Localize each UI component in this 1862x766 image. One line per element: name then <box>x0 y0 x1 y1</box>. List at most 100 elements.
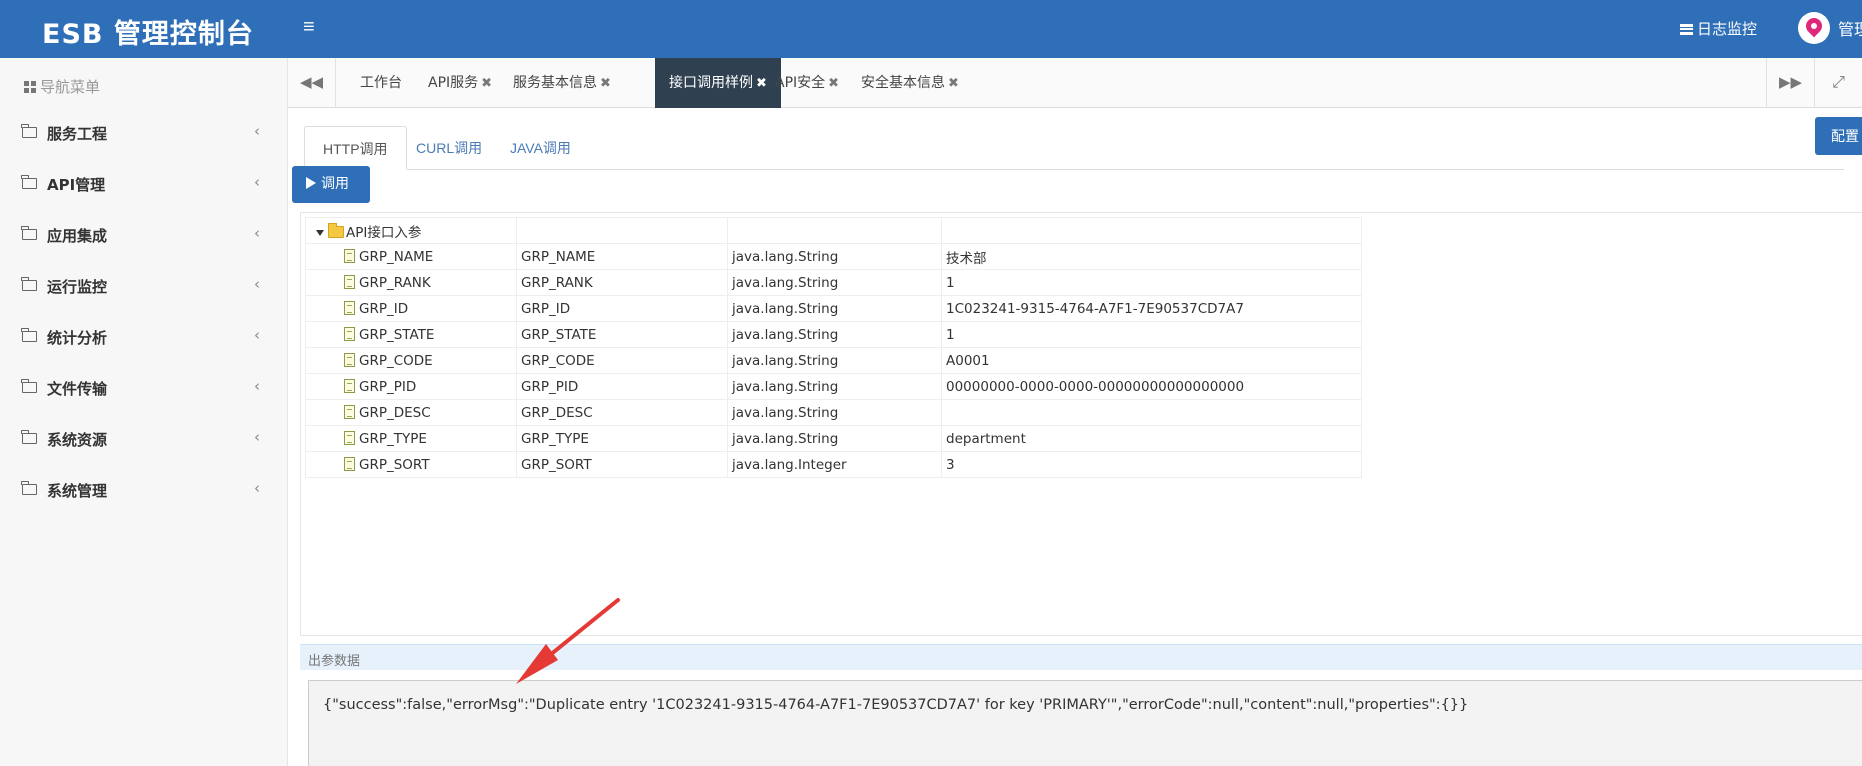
sidebar-item-label: 运行监控 <box>47 278 108 296</box>
table-row[interactable]: GRP_SORT GRP_SORT java.lang.Integer 3 <box>305 451 1362 478</box>
log-monitor-link[interactable]: 日志监控 <box>1680 18 1757 39</box>
param-name: GRP_DESC <box>359 404 431 421</box>
main-content: HTTP调用 CURL调用 JAVA调用 配置 调用 API接口入参 GRP_N… <box>288 108 1862 766</box>
config-button[interactable]: 配置 <box>1815 117 1862 155</box>
tab-label: 工作台 <box>360 75 402 91</box>
tab-label: 安全基本信息 <box>861 75 945 91</box>
fullscreen-icon[interactable]: ⤢ <box>1814 58 1862 108</box>
file-icon <box>344 352 355 367</box>
close-icon[interactable]: ✖ <box>600 76 611 91</box>
close-icon[interactable]: ✖ <box>948 76 959 91</box>
sidebar-item-label: 应用集成 <box>47 227 108 245</box>
sidebar-item[interactable]: 文件传输 ‹ <box>0 363 288 413</box>
tab[interactable]: 服务基本信息 ✖ <box>499 58 625 108</box>
avatar[interactable] <box>1798 12 1830 44</box>
tab[interactable]: API安全 ✖ <box>761 58 853 108</box>
sidebar-item[interactable]: 运行监控 ‹ <box>0 261 288 311</box>
table-row[interactable]: GRP_STATE GRP_STATE java.lang.String 1 <box>305 321 1362 348</box>
tab-label: 服务基本信息 <box>513 75 597 91</box>
params-root-row[interactable]: API接口入参 <box>305 217 1362 244</box>
invoke-button[interactable]: 调用 <box>292 166 370 203</box>
output-textarea[interactable]: {"success":false,"errorMsg":"Duplicate e… <box>308 680 1862 766</box>
tab-label: API安全 <box>775 75 826 91</box>
param-type: java.lang.String <box>727 321 942 348</box>
param-value[interactable]: 3 <box>941 451 1362 478</box>
folder-icon <box>21 481 37 495</box>
folder-icon <box>21 124 37 138</box>
tab-scroll-right-icon[interactable]: ▶▶ <box>1766 58 1814 108</box>
tab-http-call[interactable]: HTTP调用 <box>304 126 407 170</box>
params-root-label: API接口入参 <box>346 224 422 241</box>
sidebar-item[interactable]: 系统管理 ‹ <box>0 465 288 515</box>
sidebar-item[interactable]: API管理 ‹ <box>0 159 288 209</box>
param-value[interactable]: 技术部 <box>941 243 1362 270</box>
chevron-left-icon: ‹ <box>254 428 260 446</box>
param-value[interactable]: department <box>941 425 1362 452</box>
expand-triangle-icon[interactable] <box>316 229 324 236</box>
grid-icon <box>24 81 36 93</box>
output-header: 出参数据 <box>300 644 1862 670</box>
sidebar-item-label: API管理 <box>47 176 106 194</box>
param-code: GRP_PID <box>516 373 728 400</box>
admin-label[interactable]: 管理 <box>1838 16 1862 40</box>
tab[interactable]: API服务 ✖ <box>414 58 506 108</box>
param-code: GRP_DESC <box>516 399 728 426</box>
table-row[interactable]: GRP_NAME GRP_NAME java.lang.String 技术部 <box>305 243 1362 270</box>
sidebar-item[interactable]: 统计分析 ‹ <box>0 312 288 362</box>
tab-scroll-left-icon[interactable]: ◀◀ <box>288 58 336 108</box>
table-row[interactable]: GRP_TYPE GRP_TYPE java.lang.String departme… <box>305 425 1362 452</box>
param-value[interactable]: A0001 <box>941 347 1362 374</box>
param-name: GRP_RANK <box>359 274 431 291</box>
param-type: java.lang.String <box>727 269 942 296</box>
param-value[interactable]: 1C023241-9315-4764-A7F1-7E90537CD7A7 <box>941 295 1362 322</box>
file-icon <box>344 430 355 445</box>
tab[interactable]: 安全基本信息 ✖ <box>847 58 973 108</box>
sidebar-item[interactable]: 系统资源 ‹ <box>0 414 288 464</box>
close-icon[interactable]: ✖ <box>481 76 492 91</box>
param-code: GRP_CODE <box>516 347 728 374</box>
close-icon[interactable]: ✖ <box>828 76 839 91</box>
params-table: API接口入参 GRP_NAME GRP_NAME java.lang.String… <box>305 217 1362 478</box>
file-icon <box>344 378 355 393</box>
table-row[interactable]: GRP_DESC GRP_DESC java.lang.String <box>305 399 1362 426</box>
nav-title-label: 导航菜单 <box>40 78 101 96</box>
param-code: GRP_NAME <box>516 243 728 270</box>
param-name: GRP_PID <box>359 378 417 395</box>
chevron-left-icon: ‹ <box>254 224 260 242</box>
table-row[interactable]: GRP_PID GRP_PID java.lang.String 00000000-0… <box>305 373 1362 400</box>
param-code: GRP_ID <box>516 295 728 322</box>
file-icon <box>344 274 355 289</box>
table-row[interactable]: GRP_ID GRP_ID java.lang.String 1C023241-931… <box>305 295 1362 322</box>
param-type: java.lang.String <box>727 295 942 322</box>
chevron-left-icon: ‹ <box>254 173 260 191</box>
file-icon <box>344 456 355 471</box>
table-row[interactable]: GRP_CODE GRP_CODE java.lang.String A0001 <box>305 347 1362 374</box>
call-type-tabs: HTTP调用 CURL调用 JAVA调用 <box>304 118 1844 170</box>
tab-label: 接口调用样例 <box>669 75 753 91</box>
param-name: GRP_TYPE <box>359 430 427 447</box>
sidebar-item[interactable]: 应用集成 ‹ <box>0 210 288 260</box>
folder-icon <box>21 430 37 444</box>
chevron-left-icon: ‹ <box>254 122 260 140</box>
chevron-left-icon: ‹ <box>254 275 260 293</box>
tab-java-call[interactable]: JAVA调用 <box>492 126 589 170</box>
folder-icon <box>21 277 37 291</box>
param-type: java.lang.String <box>727 347 942 374</box>
param-value[interactable]: 1 <box>941 321 1362 348</box>
play-icon <box>306 177 316 189</box>
sidebar-item[interactable]: 服务工程 ‹ <box>0 108 288 158</box>
param-value[interactable] <box>941 399 1362 426</box>
folder-icon <box>21 328 37 342</box>
param-value[interactable]: 00000000-0000-0000-00000000000000000 <box>941 373 1362 400</box>
folder-icon <box>21 175 37 189</box>
tab[interactable]: 工作台 <box>346 58 416 108</box>
file-icon <box>344 300 355 315</box>
table-row[interactable]: GRP_RANK GRP_RANK java.lang.String 1 <box>305 269 1362 296</box>
menu-toggle-icon[interactable]: ≡ <box>303 16 315 39</box>
param-type: java.lang.String <box>727 373 942 400</box>
tab-bar: ◀◀ 工作台 API服务 ✖ 服务基本信息 ✖ 接口调用样例 ✖ API安全 ✖ 安全基本信息 ✖ … <box>288 58 1862 108</box>
sidebar-item-label: 文件传输 <box>47 380 108 398</box>
file-icon <box>344 404 355 419</box>
tab-curl-call[interactable]: CURL调用 <box>398 126 500 170</box>
param-value[interactable]: 1 <box>941 269 1362 296</box>
